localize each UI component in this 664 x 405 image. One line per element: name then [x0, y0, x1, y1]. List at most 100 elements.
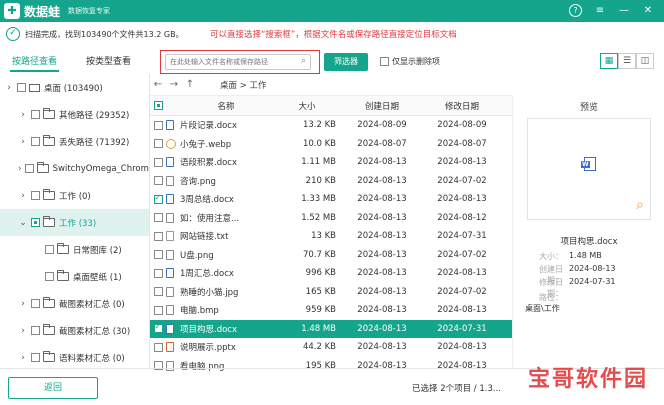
file-created: 2024-08-13: [357, 268, 407, 279]
chevron-right-icon[interactable]: ›: [18, 137, 28, 147]
row-checkbox[interactable]: [153, 176, 163, 186]
table-row[interactable]: 电脑.bmp 959 KB 2024-08-13 2024-08-13: [150, 301, 512, 320]
tree-item[interactable]: › 工作 (0): [0, 182, 149, 209]
row-checkbox[interactable]: [153, 120, 163, 130]
chevron-right-icon[interactable]: ›: [18, 191, 28, 201]
up-arrow-icon[interactable]: ↑: [182, 79, 198, 90]
tree-checkbox[interactable]: [45, 272, 54, 281]
col-created[interactable]: 创建日期: [342, 100, 422, 112]
zoom-icon[interactable]: ⌕: [636, 197, 644, 213]
tab-by-path[interactable]: 按路径查看: [10, 54, 60, 72]
tree-item-label: 工作 (0): [59, 191, 91, 202]
tree-item[interactable]: › 桌面 (103490): [0, 74, 149, 101]
preview-size-value: 1.48 MB: [569, 251, 602, 260]
minimize-icon[interactable]: —: [616, 3, 632, 19]
search-highlight-box: ⌕: [160, 50, 320, 74]
row-checkbox[interactable]: [153, 250, 163, 260]
help-icon[interactable]: ?: [569, 4, 582, 17]
filter-button[interactable]: 筛选器: [324, 53, 368, 71]
back-button[interactable]: 返回: [8, 377, 98, 399]
row-checkbox[interactable]: [153, 193, 163, 204]
tree-checkbox[interactable]: [31, 326, 40, 335]
tree-item[interactable]: › 截图素材汇总 (0): [0, 290, 149, 317]
table-row[interactable]: 咨询.png 210 KB 2024-08-13 2024-07-02: [150, 172, 512, 191]
table-row[interactable]: 如：使用注意... 1.52 MB 2024-08-13 2024-08-12: [150, 209, 512, 228]
close-icon[interactable]: ✕: [640, 3, 656, 19]
tree-checkbox[interactable]: [45, 245, 54, 254]
preview-location: 桌面\工作: [525, 304, 560, 313]
chevron-right-icon[interactable]: ›: [18, 110, 28, 120]
chevron-right-icon[interactable]: ›: [18, 299, 28, 309]
file-modified: 2024-07-02: [437, 175, 487, 186]
search-input[interactable]: [166, 55, 292, 69]
row-checkbox[interactable]: [153, 287, 163, 297]
col-modified[interactable]: 修改日期: [422, 100, 502, 112]
folder-icon: [43, 135, 55, 146]
file-name: 咨询.png: [180, 176, 216, 187]
file-name: 熟睡的小猫.jpg: [180, 287, 239, 298]
table-row[interactable]: 网站链接.txt 13 KB 2024-08-13 2024-07-31: [150, 227, 512, 246]
deleted-only-toggle[interactable]: 仅显示删除项: [380, 56, 440, 67]
tree-checkbox[interactable]: [31, 218, 40, 227]
tree-checkbox[interactable]: [31, 191, 40, 200]
file-doc-icon: [166, 157, 174, 168]
watermark: 宝哥软件园: [528, 367, 649, 392]
tree-checkbox[interactable]: [31, 299, 40, 308]
tree-checkbox[interactable]: [17, 83, 26, 92]
tree-checkbox[interactable]: [24, 164, 34, 173]
table-row[interactable]: 项目构思.docx 1.48 MB 2024-08-13 2024-07-31: [150, 319, 512, 338]
file-created: 2024-08-13: [357, 157, 407, 168]
tree-item[interactable]: › SwitchyOmega_Chromium: [0, 155, 149, 182]
row-checkbox[interactable]: [153, 231, 163, 241]
row-checkbox[interactable]: [153, 305, 163, 315]
row-checkbox[interactable]: [153, 322, 163, 334]
list-view-icon[interactable]: ☰: [618, 53, 636, 69]
preview-view-icon[interactable]: ◫: [636, 53, 654, 69]
forward-arrow-icon[interactable]: →: [166, 79, 182, 90]
tree-item[interactable]: ⌄ 工作 (33): [0, 209, 149, 236]
grid-view-icon[interactable]: ▦: [600, 53, 618, 69]
table-row[interactable]: 小兔子.webp 10.0 KB 2024-08-07 2024-08-07: [150, 135, 512, 154]
search-icon[interactable]: ⌕: [301, 56, 306, 66]
file-size: 1.11 MB: [301, 157, 336, 168]
file-modified: 2024-08-13: [437, 268, 487, 279]
file-created: 2024-08-13: [357, 249, 407, 260]
tree-item[interactable]: 日常图库 (2): [0, 236, 149, 263]
table-row[interactable]: 3周总结.docx 1.33 MB 2024-08-13 2024-08-13: [150, 190, 512, 209]
tree-item[interactable]: › 截图素材汇总 (30): [0, 317, 149, 344]
chevron-right-icon[interactable]: ›: [18, 353, 28, 363]
table-row[interactable]: 语段积累.docx 1.11 MB 2024-08-13 2024-08-13: [150, 153, 512, 172]
menu-icon[interactable]: ≡: [592, 3, 608, 19]
chevron-right-icon[interactable]: ›: [18, 326, 28, 336]
tab-by-type[interactable]: 按类型查看: [86, 54, 131, 72]
file-name: 项目构思.docx: [180, 324, 238, 335]
tree-checkbox[interactable]: [31, 353, 40, 362]
select-all-checkbox[interactable]: [153, 101, 163, 110]
table-row[interactable]: 片段记录.docx 13.2 KB 2024-08-09 2024-08-09: [150, 116, 512, 135]
table-row[interactable]: 说明展示.pptx 44.2 KB 2024-08-13 2024-08-13: [150, 338, 512, 357]
preview-modified-value: 2024-07-31: [569, 277, 616, 286]
tree-item[interactable]: › 其他路径 (29352): [0, 101, 149, 128]
tree-item[interactable]: 桌面壁纸 (1): [0, 263, 149, 290]
deleted-only-checkbox[interactable]: [380, 57, 389, 66]
file-doc-icon: [166, 120, 174, 131]
tree-checkbox[interactable]: [31, 110, 40, 119]
table-row[interactable]: 熟睡的小猫.jpg 165 KB 2024-08-13 2024-07-02: [150, 283, 512, 302]
table-row[interactable]: U盘.png 70.7 KB 2024-08-13 2024-07-02: [150, 246, 512, 265]
chevron-down-icon[interactable]: ⌄: [18, 218, 28, 228]
row-checkbox[interactable]: [153, 139, 163, 149]
tree-checkbox[interactable]: [31, 137, 40, 146]
chevron-right-icon[interactable]: ›: [4, 83, 14, 93]
col-size[interactable]: 大小: [272, 100, 342, 112]
tree-item[interactable]: › 语料素材汇总 (0): [0, 344, 149, 368]
row-checkbox[interactable]: [153, 342, 163, 352]
back-arrow-icon[interactable]: ←: [150, 79, 166, 90]
row-checkbox[interactable]: [153, 157, 163, 167]
file-img-icon: [166, 305, 174, 316]
col-name[interactable]: 名称: [178, 100, 272, 112]
table-row[interactable]: 1周汇总.docx 996 KB 2024-08-13 2024-08-13: [150, 264, 512, 283]
chevron-right-icon[interactable]: ›: [18, 164, 22, 174]
tree-item[interactable]: › 丢失路径 (71392): [0, 128, 149, 155]
row-checkbox[interactable]: [153, 213, 163, 223]
row-checkbox[interactable]: [153, 268, 163, 278]
